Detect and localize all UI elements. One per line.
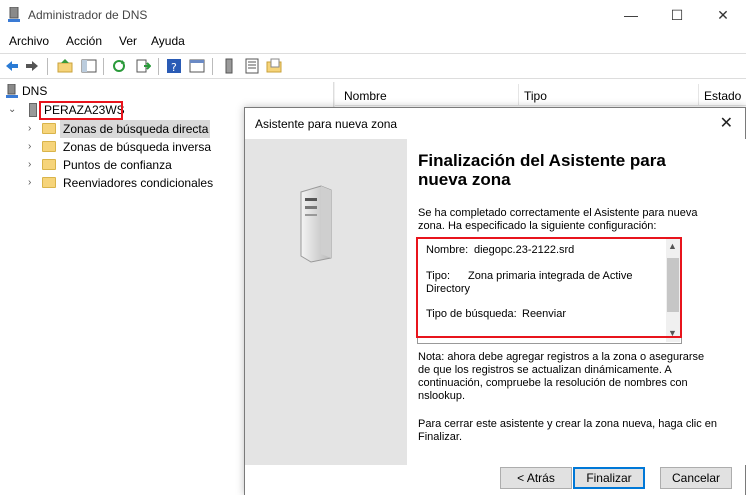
- menu-archivo[interactable]: Archivo: [9, 34, 49, 48]
- window-title: Administrador de DNS: [28, 8, 148, 22]
- folder-icon: [42, 177, 56, 188]
- tree-label-dns: DNS: [22, 84, 48, 98]
- server-icon: [29, 103, 37, 117]
- wizard-side-panel: [245, 139, 407, 465]
- tree-item-dns[interactable]: DNS: [0, 82, 333, 100]
- back-arrow-icon[interactable]: [4, 58, 20, 74]
- refresh-icon[interactable]: [111, 58, 127, 74]
- minimize-button[interactable]: —: [608, 0, 654, 30]
- back-button[interactable]: < Atrás: [500, 467, 572, 489]
- chevron-right-icon[interactable]: ›: [28, 159, 31, 170]
- cancel-button[interactable]: Cancelar: [660, 467, 732, 489]
- title-bar: Administrador de DNS — ☐ ✕: [0, 0, 746, 30]
- server-tower-icon: [300, 185, 332, 263]
- dialog-title: Asistente para nueva zona: [255, 117, 398, 131]
- chevron-right-icon[interactable]: ›: [28, 141, 31, 152]
- chevron-right-icon[interactable]: ›: [28, 177, 31, 188]
- finish-button[interactable]: Finalizar: [573, 467, 645, 489]
- properties-icon[interactable]: [189, 58, 205, 74]
- help-icon[interactable]: ?: [166, 58, 182, 74]
- close-window-button[interactable]: ✕: [700, 0, 746, 30]
- highlight-box-summary: [416, 237, 682, 338]
- menu-accion[interactable]: Acción: [66, 34, 102, 48]
- tree-label-forward-zones: Zonas de búsqueda directa: [63, 122, 209, 136]
- chevron-right-icon[interactable]: ›: [28, 123, 31, 134]
- wizard-intro-text: Se ha completado correctamente el Asiste…: [418, 207, 698, 232]
- show-hide-tree-icon[interactable]: [81, 58, 97, 74]
- menu-ayuda[interactable]: Ayuda: [151, 34, 185, 48]
- column-header-tipo[interactable]: Tipo: [524, 89, 547, 103]
- svg-text:?: ?: [171, 61, 177, 74]
- tree-label-conditional-forwarders: Reenviadores condicionales: [63, 176, 214, 190]
- up-folder-icon[interactable]: [57, 58, 73, 74]
- column-header-nombre[interactable]: Nombre: [344, 89, 387, 103]
- export-list-icon[interactable]: [135, 58, 151, 74]
- menu-ver[interactable]: Ver: [119, 34, 137, 48]
- list-view-icon[interactable]: [244, 58, 260, 74]
- maximize-button[interactable]: ☐: [654, 0, 700, 30]
- dns-icon: [6, 84, 18, 98]
- wizard-finish-text: Para cerrar este asistente y crear la zo…: [418, 418, 717, 443]
- server-icon[interactable]: [221, 58, 237, 74]
- dialog-close-button[interactable]: ✕: [720, 113, 733, 133]
- menu-bar: Archivo Acción Ver Ayuda: [0, 31, 746, 51]
- tree-label-trust-points: Puntos de confianza: [63, 158, 172, 172]
- dns-app-icon: [8, 7, 20, 22]
- toolbar: ?: [0, 53, 746, 79]
- folder-icon: [42, 141, 56, 152]
- forward-arrow-icon[interactable]: [24, 58, 40, 74]
- folder-docs-icon[interactable]: [266, 58, 282, 74]
- highlight-box-server: [39, 101, 123, 120]
- wizard-note-text: Nota: ahora debe agregar registros a la …: [418, 351, 705, 402]
- list-header: Nombre Tipo Estado: [335, 84, 746, 106]
- folder-icon: [42, 159, 56, 170]
- folder-icon: [42, 123, 56, 134]
- column-header-estado[interactable]: Estado: [704, 89, 741, 103]
- tree-label-reverse-zones: Zonas de búsqueda inversa: [63, 140, 212, 154]
- wizard-heading: Finalización del Asistente para nueva zo…: [418, 151, 666, 189]
- chevron-down-icon[interactable]: ⌄: [8, 104, 16, 115]
